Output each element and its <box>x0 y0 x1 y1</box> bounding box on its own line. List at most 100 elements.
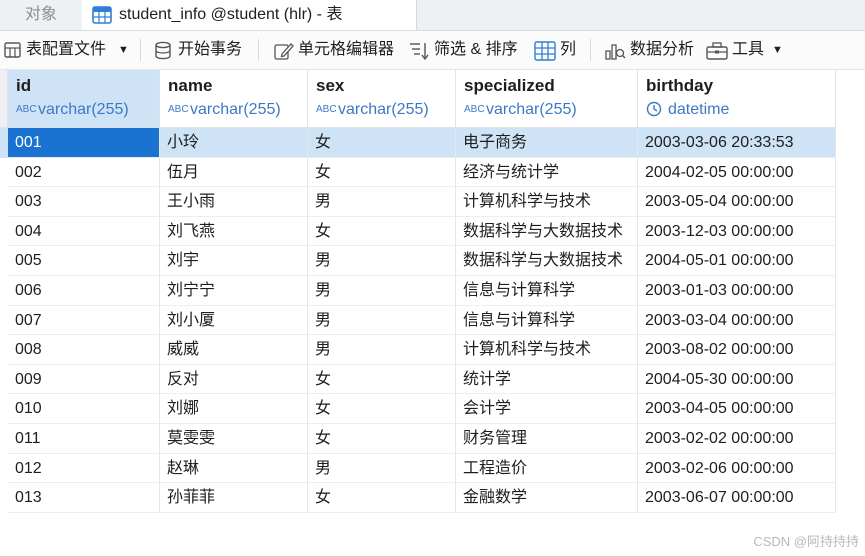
cell-specialized[interactable]: 信息与计算科学 <box>456 276 638 306</box>
table-row[interactable]: 005 刘宇男数据科学与大数据技术 2004-05-01 00:00:00 <box>0 246 865 276</box>
cell-specialized[interactable]: 经济与统计学 <box>456 157 638 188</box>
cell-id[interactable]: 007 <box>8 305 160 336</box>
cell-name[interactable]: 刘宇 <box>160 246 308 276</box>
row-selector[interactable] <box>0 128 8 158</box>
cell-name[interactable]: 莫雯雯 <box>160 424 308 454</box>
cell-id[interactable]: 004 <box>8 216 160 247</box>
cell-birthday[interactable]: 2004-05-30 00:00:00 <box>638 364 836 395</box>
cell-sex[interactable]: 男 <box>308 305 456 336</box>
cell-id[interactable]: 010 <box>8 394 160 424</box>
cell-specialized[interactable]: 信息与计算科学 <box>456 305 638 336</box>
columns-button[interactable]: 列 <box>534 31 580 69</box>
cell-birthday[interactable]: 2003-03-04 00:00:00 <box>638 305 836 336</box>
cell-name[interactable]: 刘宁宁 <box>160 276 308 306</box>
table-row[interactable]: 003 王小雨男计算机科学与技术 2003-05-04 00:00:00 <box>0 187 865 217</box>
cell-birthday[interactable]: 2003-12-03 00:00:00 <box>638 216 836 247</box>
cell-name[interactable]: 刘飞燕 <box>160 216 308 247</box>
cell-specialized[interactable]: 统计学 <box>456 364 638 395</box>
row-selector[interactable] <box>0 187 8 217</box>
cell-birthday[interactable]: 2003-08-02 00:00:00 <box>638 335 836 365</box>
cell-name[interactable]: 小玲 <box>160 128 308 158</box>
cell-id[interactable]: 012 <box>8 453 160 484</box>
table-config-button[interactable]: 表配置文件 ▼ <box>4 31 132 69</box>
table-row[interactable]: 004 刘飞燕女数据科学与大数据技术 2003-12-03 00:00:00 <box>0 216 865 247</box>
column-header-specialized[interactable]: specialized ABCvarchar(255) <box>456 70 638 128</box>
cell-name[interactable]: 孙菲菲 <box>160 483 308 513</box>
column-header-id[interactable]: id ABCvarchar(255) <box>8 70 160 128</box>
cell-sex[interactable]: 女 <box>308 128 456 158</box>
cell-birthday[interactable]: 2003-02-06 00:00:00 <box>638 453 836 484</box>
tab-student-info[interactable]: student_info @student (hlr) - 表 <box>82 0 417 30</box>
cell-name[interactable]: 王小雨 <box>160 187 308 217</box>
cell-name[interactable]: 威威 <box>160 335 308 365</box>
data-analysis-button[interactable]: 数据分析 <box>604 31 700 69</box>
row-selector[interactable] <box>0 217 8 247</box>
cell-specialized[interactable]: 财务管理 <box>456 424 638 454</box>
cell-id[interactable]: 008 <box>8 335 160 365</box>
cell-id[interactable]: 013 <box>8 483 160 513</box>
cell-sex[interactable]: 女 <box>308 424 456 454</box>
row-selector[interactable] <box>0 424 8 454</box>
row-selector[interactable] <box>0 246 8 276</box>
cell-specialized[interactable]: 数据科学与大数据技术 <box>456 216 638 247</box>
cell-birthday[interactable]: 2003-02-02 00:00:00 <box>638 424 836 454</box>
row-selector[interactable] <box>0 365 8 395</box>
row-selector[interactable] <box>0 335 8 365</box>
cell-sex[interactable]: 男 <box>308 335 456 365</box>
cell-specialized[interactable]: 会计学 <box>456 394 638 424</box>
cell-sex[interactable]: 女 <box>308 483 456 513</box>
cell-editor-button[interactable]: 单元格编辑器 <box>274 31 400 69</box>
row-selector[interactable] <box>0 483 8 513</box>
cell-name[interactable]: 伍月 <box>160 157 308 188</box>
cell-birthday[interactable]: 2004-02-05 00:00:00 <box>638 157 836 188</box>
cell-birthday[interactable]: 2003-05-04 00:00:00 <box>638 187 836 217</box>
row-selector[interactable] <box>0 276 8 306</box>
table-row[interactable]: 009 反对女统计学 2004-05-30 00:00:00 <box>0 364 865 395</box>
cell-name[interactable]: 反对 <box>160 364 308 395</box>
filter-sort-button[interactable]: 筛选 & 排序 <box>408 31 526 69</box>
cell-sex[interactable]: 男 <box>308 453 456 484</box>
cell-birthday[interactable]: 2003-04-05 00:00:00 <box>638 394 836 424</box>
cell-sex[interactable]: 女 <box>308 157 456 188</box>
table-row[interactable]: 011 莫雯雯女财务管理 2003-02-02 00:00:00 <box>0 424 865 454</box>
tab-objects[interactable]: 对象 <box>0 0 83 30</box>
table-row[interactable]: 002 伍月女经济与统计学 2004-02-05 00:00:00 <box>0 157 865 188</box>
cell-name[interactable]: 刘娜 <box>160 394 308 424</box>
cell-specialized[interactable]: 金融数学 <box>456 483 638 513</box>
cell-birthday[interactable]: 2003-06-07 00:00:00 <box>638 483 836 513</box>
table-row[interactable]: 007 刘小厦男信息与计算科学 2003-03-04 00:00:00 <box>0 305 865 336</box>
cell-birthday[interactable]: 2004-05-01 00:00:00 <box>638 246 836 276</box>
cell-id[interactable]: 001 <box>8 128 160 158</box>
cell-id[interactable]: 005 <box>8 246 160 276</box>
cell-id[interactable]: 003 <box>8 187 160 217</box>
cell-sex[interactable]: 女 <box>308 364 456 395</box>
row-selector[interactable] <box>0 454 8 484</box>
cell-id[interactable]: 009 <box>8 364 160 395</box>
row-selector[interactable] <box>0 394 8 424</box>
table-row[interactable]: 001 小玲女电子商务 2003-03-06 20:33:53 <box>0 128 865 158</box>
column-header-birthday[interactable]: birthday datetime <box>638 70 836 128</box>
table-row[interactable]: 006 刘宁宁男信息与计算科学 2003-01-03 00:00:00 <box>0 276 865 306</box>
table-row[interactable]: 008 威威男计算机科学与技术 2003-08-02 00:00:00 <box>0 335 865 365</box>
tools-button[interactable]: 工具 ▼ <box>706 31 786 69</box>
cell-specialized[interactable]: 数据科学与大数据技术 <box>456 246 638 276</box>
cell-sex[interactable]: 男 <box>308 246 456 276</box>
cell-id[interactable]: 006 <box>8 276 160 306</box>
cell-id[interactable]: 011 <box>8 424 160 454</box>
cell-birthday[interactable]: 2003-03-06 20:33:53 <box>638 128 836 158</box>
cell-name[interactable]: 刘小厦 <box>160 305 308 336</box>
cell-name[interactable]: 赵琳 <box>160 453 308 484</box>
table-row[interactable]: 013 孙菲菲女金融数学 2003-06-07 00:00:00 <box>0 483 865 513</box>
column-header-name[interactable]: name ABCvarchar(255) <box>160 70 308 128</box>
begin-transaction-button[interactable]: 开始事务 <box>154 31 250 69</box>
row-selector[interactable] <box>0 158 8 188</box>
table-row[interactable]: 012 赵琳男工程造价 2003-02-06 00:00:00 <box>0 453 865 484</box>
cell-sex[interactable]: 男 <box>308 187 456 217</box>
cell-specialized[interactable]: 计算机科学与技术 <box>456 335 638 365</box>
cell-sex[interactable]: 女 <box>308 394 456 424</box>
cell-specialized[interactable]: 电子商务 <box>456 128 638 158</box>
cell-sex[interactable]: 男 <box>308 276 456 306</box>
table-row[interactable]: 010 刘娜女会计学 2003-04-05 00:00:00 <box>0 394 865 424</box>
cell-sex[interactable]: 女 <box>308 216 456 247</box>
cell-birthday[interactable]: 2003-01-03 00:00:00 <box>638 276 836 306</box>
